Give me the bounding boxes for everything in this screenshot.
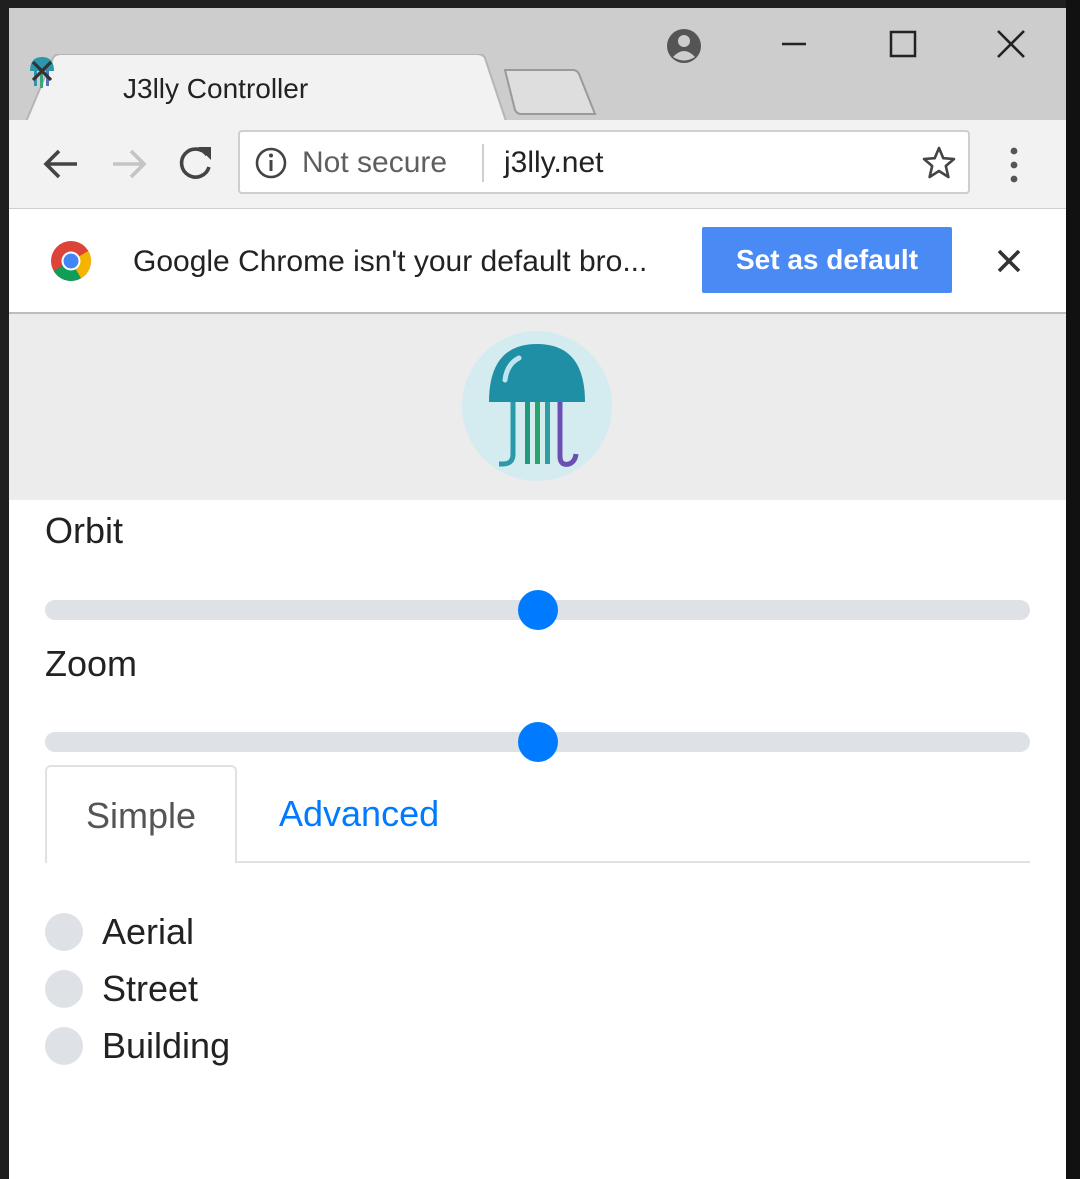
address-bar[interactable]: Not secure j3lly.net [238,130,970,194]
browser-window: J3lly Controller Not secure j3lly.net Go… [0,0,1080,1179]
set-as-default-button[interactable]: Set as default [702,227,952,293]
omnibox-divider [482,144,484,182]
building-radio[interactable] [45,1027,83,1065]
browser-tab-active[interactable]: J3lly Controller [25,54,507,124]
profile-icon[interactable] [664,26,704,66]
title-bar: J3lly Controller [9,8,1066,124]
browser-toolbar: Not secure j3lly.net [9,120,1066,209]
close-icon[interactable] [991,243,1027,279]
orbit-slider[interactable] [45,590,1030,630]
reload-icon[interactable] [171,140,219,188]
window-frame-right [1066,0,1080,1179]
building-label[interactable]: Building [102,1025,230,1067]
star-icon[interactable] [920,144,958,182]
view-option-aerial[interactable]: Aerial [45,911,445,955]
orbit-slider-thumb[interactable] [517,590,558,630]
new-tab-button[interactable] [503,66,599,118]
infobar-message: Google Chrome isn't your default bro... [133,245,648,278]
close-icon[interactable] [25,54,59,88]
tab-simple[interactable]: Simple [45,765,237,863]
page-content: Orbit Zoom Simple Advanced Aerial Street [9,314,1066,1179]
street-label[interactable]: Street [102,968,198,1010]
street-radio[interactable] [45,970,83,1008]
minimize-icon[interactable] [764,20,824,68]
chrome-logo-icon [51,241,91,281]
mode-tabs: Simple Advanced [45,765,1030,865]
window-frame-top [0,0,1080,8]
zoom-slider[interactable] [45,722,1030,762]
zoom-label: Zoom [45,643,138,684]
jellyfish-logo-icon [462,331,612,481]
tab-simple-label: Simple [85,795,197,836]
view-option-street[interactable]: Street [45,968,445,1012]
kebab-menu-icon[interactable] [999,144,1029,186]
security-status[interactable]: Not secure [302,146,447,180]
view-option-building[interactable]: Building [45,1025,445,1069]
aerial-radio[interactable] [45,913,83,951]
orbit-label: Orbit [45,510,124,551]
aerial-label[interactable]: Aerial [102,911,194,953]
header-banner [9,314,1066,500]
default-browser-infobar: Google Chrome isn't your default bro... … [9,209,1066,314]
info-icon[interactable] [254,146,288,180]
url-text[interactable]: j3lly.net [504,146,604,180]
forward-icon[interactable] [105,140,153,188]
zoom-slider-thumb[interactable] [517,722,558,762]
tab-advanced-label: Advanced [279,793,440,834]
window-frame-left [0,0,9,1179]
maximize-icon[interactable] [873,20,933,68]
back-icon[interactable] [37,140,85,188]
tab-advanced[interactable]: Advanced [241,765,471,861]
tab-title: J3lly Controller [123,73,309,104]
close-icon[interactable] [981,20,1041,68]
